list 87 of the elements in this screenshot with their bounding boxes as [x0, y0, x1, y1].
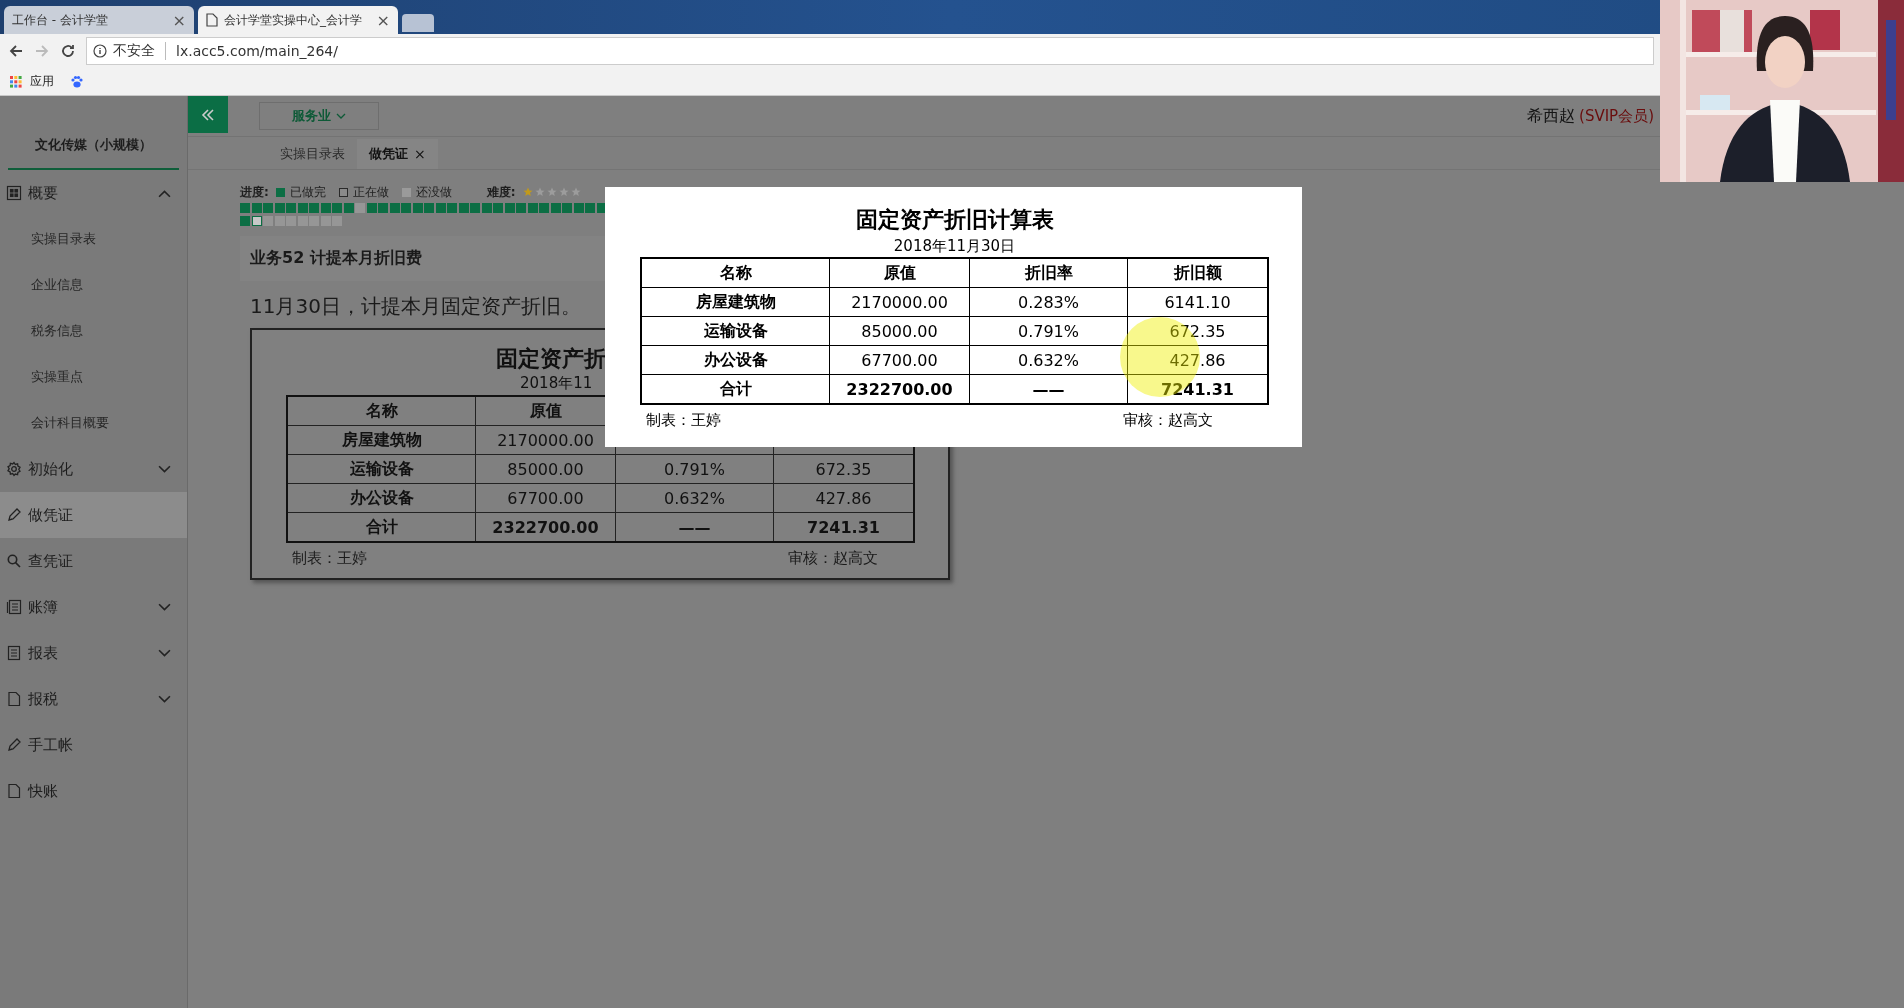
table-cell: 85000.00	[829, 316, 970, 346]
task-description: 11月30日，计提本月固定资产折旧。	[250, 293, 581, 320]
sidebar-subitem[interactable]: 会计科目概要	[0, 400, 187, 446]
search-icon	[6, 553, 22, 569]
header-cell: 原值	[829, 258, 970, 288]
header-cell: 名称	[287, 396, 476, 426]
progress-label: 进度:	[240, 183, 269, 201]
tab-close-button[interactable]: ×	[414, 146, 426, 162]
table-cell: 0.791%	[615, 454, 774, 484]
document-icon	[6, 783, 22, 799]
reload-icon[interactable]	[60, 43, 76, 59]
maker-label: 制表：王婷	[646, 411, 721, 430]
legend-label: 正在做	[352, 183, 389, 201]
sidebar-item[interactable]: 概要	[0, 170, 187, 216]
table-cell: 2170000.00	[829, 287, 970, 317]
book-icon	[6, 599, 22, 615]
document-date: 2018年11	[520, 374, 593, 393]
grid-icon	[6, 185, 22, 201]
table-cell: 0.632%	[615, 483, 774, 513]
browser-tab[interactable]: 工作台 - 会计学堂 ×	[4, 6, 194, 34]
address-field[interactable]: 不安全 lx.acc5.com/main_264/	[86, 37, 1654, 65]
table-cell: 运输设备	[287, 454, 476, 484]
sidebar-item[interactable]: 报表	[0, 630, 187, 676]
document-title: 固定资产折	[496, 345, 606, 373]
member-label: (SVIP会员)	[1579, 106, 1654, 126]
list-icon	[6, 645, 22, 661]
legend-label: 还没做	[415, 183, 452, 201]
info-icon	[93, 44, 107, 58]
document-icon	[6, 691, 22, 707]
forward-icon[interactable]	[34, 43, 50, 59]
table-cell: 0.283%	[969, 287, 1128, 317]
security-label: 不安全	[113, 42, 166, 60]
maker-label: 制表：王婷	[292, 549, 367, 568]
url-text: lx.acc5.com/main_264/	[175, 43, 338, 59]
table-cell: 办公设备	[287, 483, 476, 513]
new-tab-button[interactable]	[402, 14, 434, 32]
page-tab[interactable]: 做凭证 ×	[357, 139, 438, 169]
sidebar-subitem[interactable]: 税务信息	[0, 308, 187, 354]
sidebar-subitem[interactable]: 实操重点	[0, 354, 187, 400]
page-tab[interactable]: 实操目录表	[268, 139, 357, 169]
gear-icon	[6, 461, 22, 477]
table-cell: 67700.00	[829, 345, 970, 375]
paw-icon[interactable]	[70, 74, 84, 89]
apps-icon[interactable]	[10, 75, 22, 88]
tab-close-button[interactable]: ×	[172, 10, 186, 30]
pencil-icon	[6, 507, 22, 523]
popup-title: 固定资产折旧计算表	[854, 206, 1055, 234]
sidebar-subitem[interactable]: 实操目录表	[0, 216, 187, 262]
pencil-icon	[6, 737, 22, 753]
difficulty-label: 难度:	[486, 183, 516, 201]
sidebar-item[interactable]: 报税	[0, 676, 187, 722]
collapse-button[interactable]	[188, 96, 228, 133]
table-cell: 85000.00	[475, 454, 616, 484]
industry-dropdown[interactable]: 服务业	[259, 102, 379, 130]
browser-tab[interactable]: 会计学堂实操中心_会计学 ×	[198, 6, 398, 34]
sidebar-item[interactable]: 查凭证	[0, 538, 187, 584]
table-cell: 房屋建筑物	[287, 425, 476, 455]
task-title: 业务52 计提本月折旧费	[250, 248, 423, 269]
page-icon	[206, 13, 218, 27]
popup-date: 2018年11月30日	[892, 237, 1017, 256]
user-name: 希西赵	[1527, 105, 1576, 127]
sidebar-item[interactable]: 快账	[0, 768, 187, 814]
reviewer-label: 审核：赵高文	[1123, 411, 1213, 430]
tab-close-button[interactable]: ×	[376, 10, 390, 30]
legend-label: 已做完	[289, 183, 326, 201]
bookmark-link[interactable]: 应用	[30, 73, 54, 90]
header-cell: 折旧率	[969, 258, 1128, 288]
sidebar-item[interactable]: 初始化	[0, 446, 187, 492]
table-cell: 办公设备	[641, 345, 830, 375]
reviewer-label: 审核：赵高文	[788, 549, 878, 568]
progress-square[interactable]	[251, 216, 262, 226]
tab-title: 工作台 - 会计学堂	[12, 11, 109, 29]
table-cell: 0.791%	[969, 316, 1128, 346]
sidebar-item[interactable]: 手工帐	[0, 722, 187, 768]
header-cell: 名称	[641, 258, 830, 288]
table-cell: 0.632%	[969, 345, 1128, 375]
sidebar-item[interactable]: 账簿	[0, 584, 187, 630]
tab-title: 会计学堂实操中心_会计学	[224, 11, 363, 29]
back-icon[interactable]	[8, 43, 24, 59]
table-cell: 67700.00	[475, 483, 616, 513]
table-cell: 运输设备	[641, 316, 830, 346]
caret-icon	[336, 113, 346, 119]
table-cell: 房屋建筑物	[641, 287, 830, 317]
sidebar-subitem[interactable]: 企业信息	[0, 262, 187, 308]
sidebar-item[interactable]: 做凭证	[0, 492, 187, 538]
double-chevron-icon	[201, 108, 215, 121]
company-name: 文化传媒（小规模）	[8, 96, 179, 170]
